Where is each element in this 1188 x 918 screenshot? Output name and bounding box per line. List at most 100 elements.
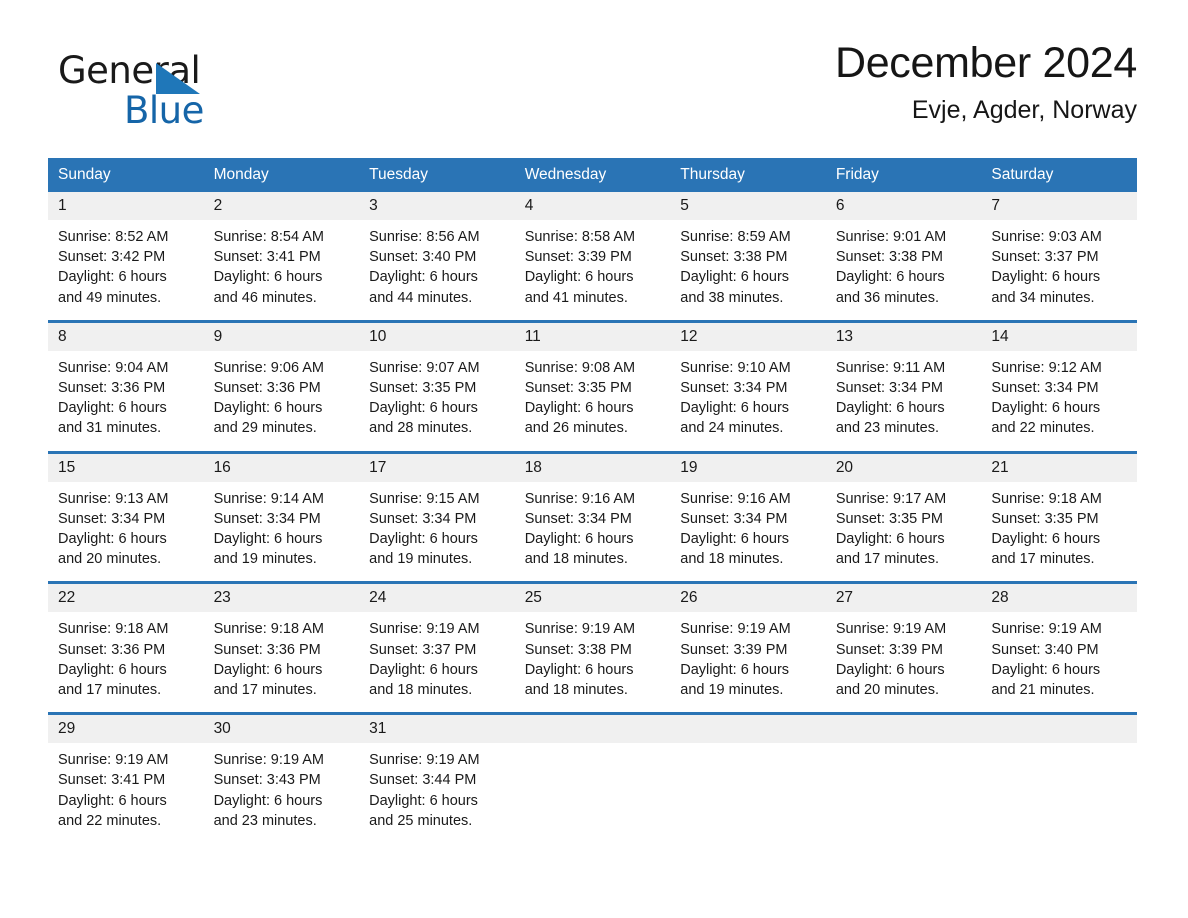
daylight-text-line2: and 18 minutes. bbox=[524, 682, 628, 699]
daylight-text-line2: and 46 minutes. bbox=[213, 289, 317, 306]
day-cell[interactable]: 13 Sunrise: 9:11 AM Sunset: 3:34 PM Dayligh… bbox=[825, 319, 982, 453]
daylight-text-line2: and 29 minutes. bbox=[213, 420, 317, 437]
sunset-text: Sunset: 3:34 PM bbox=[524, 510, 632, 527]
day-cell[interactable]: 25 Sunrise: 9:19 AM Sunset: 3:38 PM Dayligh… bbox=[514, 581, 671, 714]
day-number bbox=[981, 715, 1137, 744]
sunset-text: Sunset: 3:39 PM bbox=[680, 641, 788, 658]
day-details: Sunrise: 8:58 AM Sunset: 3:39 PM Daylight:… bbox=[515, 220, 671, 320]
sunset-text: Sunset: 3:38 PM bbox=[835, 249, 944, 266]
daylight-text-line2: and 17 minutes. bbox=[835, 551, 939, 568]
sunrise-text: Sunrise: 9:08 AM bbox=[524, 359, 636, 376]
day-cell[interactable]: 4 Sunrise: 8:58 AM Sunset: 3:39 PM Daylight… bbox=[514, 192, 671, 321]
weekday-header-monday: Monday bbox=[203, 158, 360, 192]
daylight-text-line2: and 41 minutes. bbox=[524, 289, 628, 306]
day-cell[interactable]: 23 Sunrise: 9:18 AM Sunset: 3:36 PM Dayligh… bbox=[203, 581, 360, 714]
daylight-text-line1: Daylight: 6 hours bbox=[58, 531, 167, 548]
day-number: 11 bbox=[514, 322, 671, 351]
daylight-text-line2: and 17 minutes. bbox=[213, 682, 317, 699]
daylight-text-line1: Daylight: 6 hours bbox=[991, 531, 1101, 548]
day-number: 13 bbox=[825, 322, 982, 351]
day-details: Sunrise: 9:19 AM Sunset: 3:39 PM Daylight:… bbox=[826, 612, 982, 712]
day-cell[interactable]: 30 Sunrise: 9:19 AM Sunset: 3:43 PM Dayligh… bbox=[203, 712, 360, 844]
day-cell[interactable]: 7 Sunrise: 9:03 AM Sunset: 3:37 PM Daylight… bbox=[981, 192, 1137, 321]
day-number: 26 bbox=[670, 584, 826, 613]
day-cell[interactable]: 11 Sunrise: 9:08 AM Sunset: 3:35 PM Dayligh… bbox=[514, 319, 671, 453]
daylight-text-line2: and 23 minutes. bbox=[213, 812, 317, 829]
daylight-text-line1: Daylight: 6 hours bbox=[524, 531, 634, 548]
sunrise-text: Sunrise: 9:19 AM bbox=[369, 621, 480, 638]
daylight-text-line1: Daylight: 6 hours bbox=[835, 531, 945, 548]
sunrise-text: Sunrise: 9:17 AM bbox=[835, 490, 947, 507]
day-number: 4 bbox=[514, 192, 671, 220]
day-cell[interactable]: 15 Sunrise: 9:13 AM Sunset: 3:34 PM Dayligh… bbox=[48, 450, 204, 583]
weekday-header-sunday: Sunday bbox=[48, 158, 204, 192]
daylight-text-line2: and 20 minutes. bbox=[835, 682, 939, 699]
day-details bbox=[981, 743, 1137, 762]
day-cell[interactable]: 17 Sunrise: 9:15 AM Sunset: 3:34 PM Dayligh… bbox=[359, 450, 515, 583]
daylight-text-line1: Daylight: 6 hours bbox=[369, 531, 478, 548]
day-number: 28 bbox=[981, 584, 1137, 613]
day-cell[interactable]: 10 Sunrise: 9:07 AM Sunset: 3:35 PM Dayligh… bbox=[359, 319, 515, 453]
day-cell[interactable]: 27 Sunrise: 9:19 AM Sunset: 3:39 PM Dayligh… bbox=[825, 581, 982, 714]
sunset-text: Sunset: 3:34 PM bbox=[991, 380, 1099, 397]
sunrise-text: Sunrise: 9:14 AM bbox=[213, 490, 324, 507]
sunset-text: Sunset: 3:34 PM bbox=[369, 510, 477, 527]
day-cell[interactable]: 28 Sunrise: 9:19 AM Sunset: 3:40 PM Dayligh… bbox=[981, 581, 1137, 714]
day-cell[interactable]: 18 Sunrise: 9:16 AM Sunset: 3:34 PM Dayligh… bbox=[514, 450, 671, 583]
daylight-text-line1: Daylight: 6 hours bbox=[58, 661, 167, 678]
day-cell[interactable]: 22 Sunrise: 9:18 AM Sunset: 3:36 PM Dayligh… bbox=[48, 581, 204, 714]
day-details: Sunrise: 9:15 AM Sunset: 3:34 PM Daylight:… bbox=[359, 482, 515, 582]
day-number: 25 bbox=[514, 584, 671, 613]
day-cell[interactable]: 6 Sunrise: 9:01 AM Sunset: 3:38 PM Daylight… bbox=[825, 192, 982, 321]
day-cell[interactable]: 3 Sunrise: 8:56 AM Sunset: 3:40 PM Daylight… bbox=[359, 192, 515, 321]
day-cell[interactable]: 24 Sunrise: 9:19 AM Sunset: 3:37 PM Dayligh… bbox=[359, 581, 515, 714]
day-details: Sunrise: 9:03 AM Sunset: 3:37 PM Daylight:… bbox=[981, 220, 1137, 320]
daylight-text-line1: Daylight: 6 hours bbox=[369, 792, 478, 809]
daylight-text-line1: Daylight: 6 hours bbox=[524, 400, 634, 417]
day-cell[interactable]: 1 Sunrise: 8:52 AM Sunset: 3:42 PM Daylight… bbox=[48, 192, 204, 321]
sunset-text: Sunset: 3:36 PM bbox=[213, 380, 321, 397]
sunset-text: Sunset: 3:34 PM bbox=[680, 380, 788, 397]
daylight-text-line1: Daylight: 6 hours bbox=[369, 269, 478, 286]
day-details: Sunrise: 9:06 AM Sunset: 3:36 PM Daylight:… bbox=[204, 351, 360, 451]
day-details: Sunrise: 8:56 AM Sunset: 3:40 PM Daylight:… bbox=[359, 220, 515, 320]
sunrise-text: Sunrise: 9:16 AM bbox=[680, 490, 791, 507]
day-details: Sunrise: 8:59 AM Sunset: 3:38 PM Daylight:… bbox=[670, 220, 826, 320]
calendar-body: 1 Sunrise: 8:52 AM Sunset: 3:42 PM Daylight… bbox=[48, 192, 1137, 844]
day-details: Sunrise: 9:19 AM Sunset: 3:39 PM Daylight:… bbox=[670, 612, 826, 712]
day-cell[interactable]: 5 Sunrise: 8:59 AM Sunset: 3:38 PM Daylight… bbox=[670, 192, 826, 321]
day-cell[interactable]: 29 Sunrise: 9:19 AM Sunset: 3:41 PM Dayligh… bbox=[48, 712, 204, 844]
day-cell[interactable]: 2 Sunrise: 8:54 AM Sunset: 3:41 PM Daylight… bbox=[203, 192, 360, 321]
sunset-text: Sunset: 3:39 PM bbox=[835, 641, 944, 658]
day-cell[interactable]: 16 Sunrise: 9:14 AM Sunset: 3:34 PM Dayligh… bbox=[203, 450, 360, 583]
logo-text-blue: Blue bbox=[124, 89, 204, 132]
day-cell[interactable]: 31 Sunrise: 9:19 AM Sunset: 3:44 PM Dayligh… bbox=[359, 712, 515, 844]
sunset-text: Sunset: 3:40 PM bbox=[369, 249, 477, 266]
day-number: 10 bbox=[359, 322, 515, 351]
sunset-text: Sunset: 3:41 PM bbox=[213, 249, 321, 266]
day-details: Sunrise: 9:04 AM Sunset: 3:36 PM Daylight:… bbox=[48, 351, 204, 451]
day-number: 22 bbox=[48, 584, 204, 613]
daylight-text-line2: and 31 minutes. bbox=[58, 420, 162, 437]
day-details: Sunrise: 9:16 AM Sunset: 3:34 PM Daylight:… bbox=[515, 482, 671, 582]
daylight-text-line2: and 19 minutes. bbox=[213, 551, 317, 568]
day-details: Sunrise: 9:19 AM Sunset: 3:37 PM Daylight:… bbox=[359, 612, 515, 712]
day-cell[interactable]: 21 Sunrise: 9:18 AM Sunset: 3:35 PM Dayligh… bbox=[981, 450, 1137, 583]
sunrise-text: Sunrise: 9:16 AM bbox=[524, 490, 636, 507]
day-details: Sunrise: 9:16 AM Sunset: 3:34 PM Daylight:… bbox=[670, 482, 826, 582]
day-cell[interactable]: 12 Sunrise: 9:10 AM Sunset: 3:34 PM Dayligh… bbox=[670, 319, 826, 453]
weekday-header-friday: Friday bbox=[825, 158, 982, 192]
daylight-text-line2: and 20 minutes. bbox=[58, 551, 162, 568]
day-cell[interactable]: 20 Sunrise: 9:17 AM Sunset: 3:35 PM Dayligh… bbox=[825, 450, 982, 583]
daylight-text-line1: Daylight: 6 hours bbox=[213, 269, 323, 286]
day-details: Sunrise: 9:18 AM Sunset: 3:35 PM Daylight:… bbox=[981, 482, 1137, 582]
day-cell[interactable]: 8 Sunrise: 9:04 AM Sunset: 3:36 PM Daylight… bbox=[48, 319, 204, 453]
daylight-text-line2: and 23 minutes. bbox=[835, 420, 939, 437]
sunset-text: Sunset: 3:37 PM bbox=[369, 641, 477, 658]
day-cell[interactable]: 26 Sunrise: 9:19 AM Sunset: 3:39 PM Dayligh… bbox=[670, 581, 826, 714]
day-cell[interactable]: 19 Sunrise: 9:16 AM Sunset: 3:34 PM Dayligh… bbox=[670, 450, 826, 583]
weekday-header-saturday: Saturday bbox=[981, 158, 1137, 192]
day-cell[interactable]: 14 Sunrise: 9:12 AM Sunset: 3:34 PM Dayligh… bbox=[981, 319, 1137, 453]
day-cell[interactable]: 9 Sunrise: 9:06 AM Sunset: 3:36 PM Daylight… bbox=[203, 319, 360, 453]
sunrise-text: Sunrise: 9:13 AM bbox=[58, 490, 169, 507]
